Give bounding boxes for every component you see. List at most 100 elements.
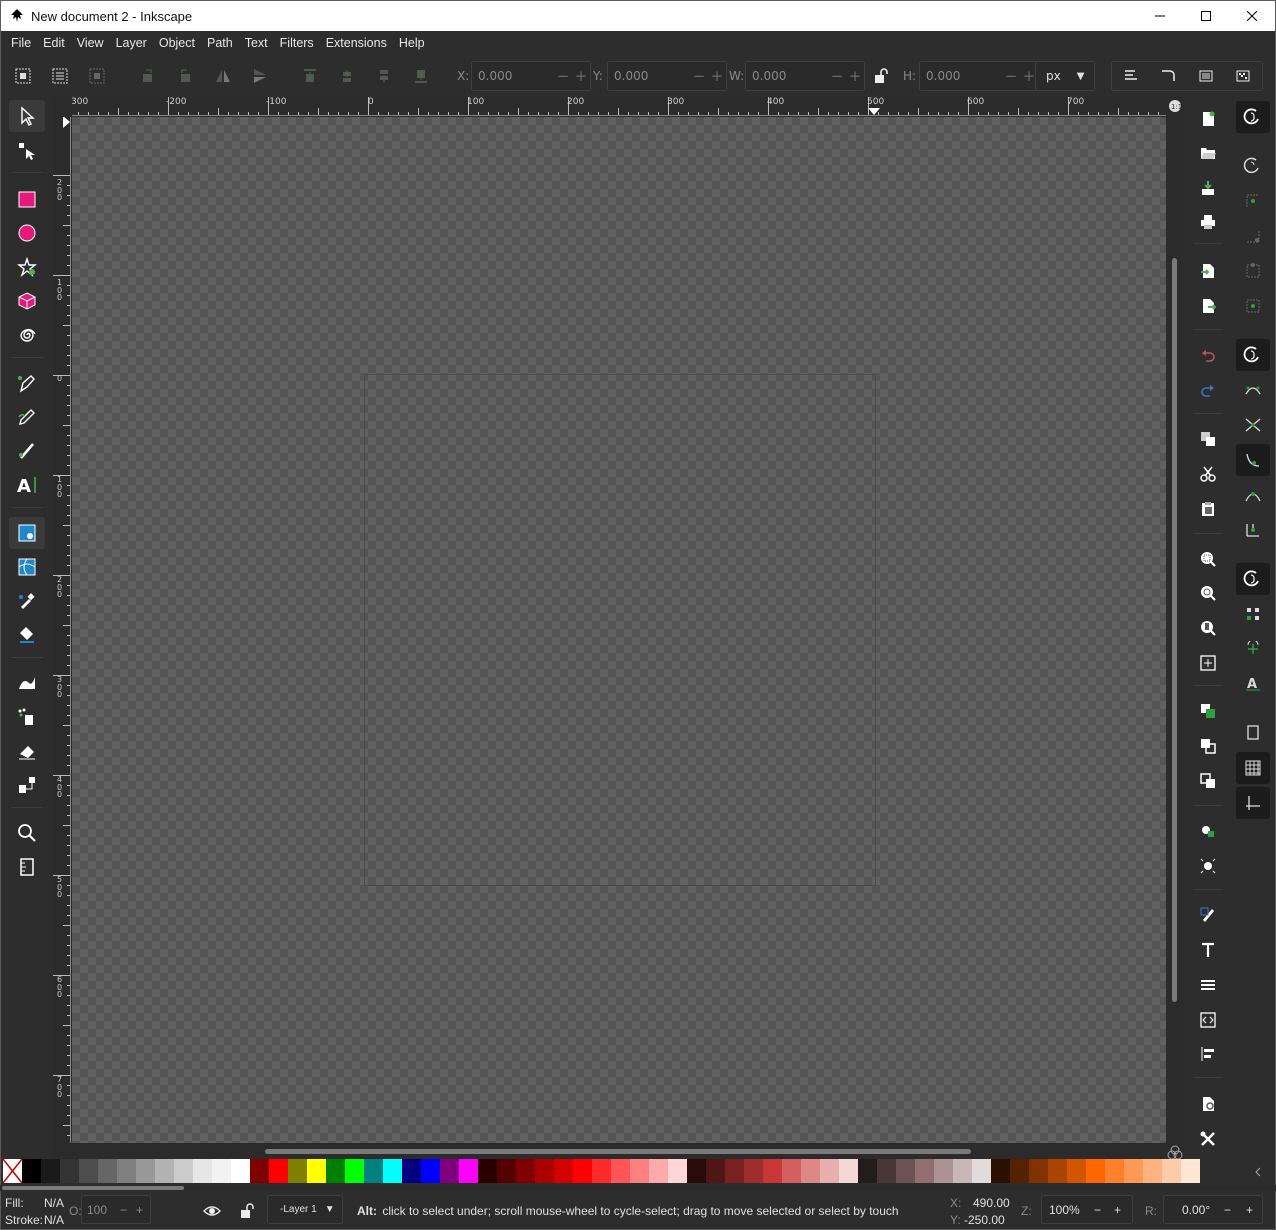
color-swatch[interactable]: [877, 1159, 896, 1183]
x-decrement[interactable]: −: [554, 67, 572, 85]
color-swatch[interactable]: [117, 1159, 136, 1183]
close-button[interactable]: [1229, 1, 1275, 31]
text-font-button[interactable]: [1197, 939, 1219, 961]
color-swatch[interactable]: [1010, 1159, 1029, 1183]
horizontal-scrollbar-thumb[interactable]: [265, 1149, 971, 1154]
pen-tool[interactable]: [9, 367, 45, 399]
deselect-button[interactable]: [86, 65, 108, 87]
color-swatch[interactable]: [326, 1159, 345, 1183]
color-swatch[interactable]: [1143, 1159, 1162, 1183]
undo-button[interactable]: [1197, 344, 1219, 366]
color-swatch[interactable]: [231, 1159, 250, 1183]
xml-editor-button[interactable]: [1197, 1009, 1219, 1031]
rotate-value[interactable]: 0.00°: [1164, 1203, 1224, 1217]
color-swatch[interactable]: [554, 1159, 573, 1183]
snap-others-toggle[interactable]: [1236, 563, 1270, 595]
unit-select[interactable]: px ▼: [1035, 61, 1095, 91]
menu-text[interactable]: Text: [239, 36, 274, 50]
horizontal-scrollbar[interactable]: [72, 1143, 1166, 1159]
opacity-spinbox[interactable]: 100 − +: [81, 1195, 151, 1224]
snap-rotation-centers-toggle[interactable]: [1236, 633, 1270, 665]
menu-file[interactable]: File: [5, 36, 37, 50]
color-swatch[interactable]: [516, 1159, 535, 1183]
rect-tool[interactable]: [9, 183, 45, 215]
color-swatch[interactable]: [934, 1159, 953, 1183]
paint-bucket-tool[interactable]: [9, 619, 45, 651]
raise-to-top-button[interactable]: [299, 65, 321, 87]
mesh-tool[interactable]: [9, 551, 45, 583]
group-button[interactable]: [1197, 820, 1219, 842]
color-swatch[interactable]: [782, 1159, 801, 1183]
color-swatch[interactable]: [307, 1159, 326, 1183]
color-swatch[interactable]: [212, 1159, 231, 1183]
zoom-page-button[interactable]: [1197, 617, 1219, 639]
zoom-center-page-button[interactable]: [1197, 652, 1219, 674]
color-swatch[interactable]: [687, 1159, 706, 1183]
preferences-button[interactable]: [1197, 1128, 1219, 1150]
color-swatch[interactable]: [440, 1159, 459, 1183]
color-swatch[interactable]: [193, 1159, 212, 1183]
lower-button[interactable]: [373, 65, 395, 87]
color-swatch[interactable]: [820, 1159, 839, 1183]
color-swatch[interactable]: [22, 1159, 41, 1183]
color-swatch[interactable]: [1181, 1159, 1200, 1183]
menu-path[interactable]: Path: [201, 36, 239, 50]
color-swatch[interactable]: [1124, 1159, 1143, 1183]
rotate-decrement[interactable]: −: [1224, 1203, 1246, 1217]
fill-value[interactable]: N/A: [44, 1196, 64, 1210]
rotate-spinbox[interactable]: 0.00° − +: [1163, 1195, 1263, 1224]
clone-button[interactable]: [1197, 735, 1219, 757]
color-swatch[interactable]: [763, 1159, 782, 1183]
color-swatch[interactable]: [402, 1159, 421, 1183]
color-swatch[interactable]: [744, 1159, 763, 1183]
menu-object[interactable]: Object: [153, 36, 201, 50]
layer-select[interactable]: -Layer 1 ▼: [267, 1195, 343, 1224]
tweak-tool[interactable]: [9, 667, 45, 699]
drawing-canvas[interactable]: [72, 117, 1166, 1143]
w-increment[interactable]: +: [846, 67, 864, 85]
menu-edit[interactable]: Edit: [37, 36, 71, 50]
snap-intersections-toggle[interactable]: [1236, 409, 1270, 441]
color-swatch[interactable]: [497, 1159, 516, 1183]
color-swatch[interactable]: [98, 1159, 117, 1183]
zoom-correction-icon[interactable]: 1:1: [1168, 99, 1182, 113]
select-all-button[interactable]: [12, 65, 34, 87]
connector-tool[interactable]: [9, 769, 45, 801]
h-decrement[interactable]: −: [1002, 67, 1020, 85]
ellipse-tool[interactable]: [9, 217, 45, 249]
snap-bbox-corners-toggle[interactable]: [1236, 220, 1270, 252]
color-swatch[interactable]: [1162, 1159, 1181, 1183]
color-swatch[interactable]: [269, 1159, 288, 1183]
color-swatch[interactable]: [706, 1159, 725, 1183]
unlink-clone-button[interactable]: [1197, 770, 1219, 792]
save-button[interactable]: [1197, 177, 1219, 199]
menu-filters[interactable]: Filters: [274, 36, 320, 50]
menu-layer[interactable]: Layer: [110, 36, 153, 50]
color-swatch[interactable]: [1067, 1159, 1086, 1183]
zoom-spinbox[interactable]: 100% − +: [1041, 1195, 1133, 1224]
rotate-ccw-button[interactable]: [137, 65, 159, 87]
flip-vertical-button[interactable]: [249, 65, 271, 87]
snap-bbox-centers-toggle[interactable]: [1236, 290, 1270, 322]
scale-stroke-button[interactable]: [1112, 62, 1150, 90]
layers-button[interactable]: [1197, 974, 1219, 996]
zoom-in-button[interactable]: +: [1114, 1203, 1128, 1217]
raise-button[interactable]: [336, 65, 358, 87]
color-swatch[interactable]: [592, 1159, 611, 1183]
snap-text-baseline-toggle[interactable]: A: [1236, 668, 1270, 700]
document-properties-button[interactable]: [1197, 1093, 1219, 1115]
move-gradients-button[interactable]: [1187, 62, 1225, 90]
select-all-layers-button[interactable]: [49, 65, 71, 87]
duplicate-button[interactable]: [1197, 700, 1219, 722]
snap-bbox-midpoints-toggle[interactable]: [1236, 255, 1270, 287]
snap-grid-toggle[interactable]: [1236, 752, 1270, 784]
color-swatch[interactable]: [478, 1159, 497, 1183]
pencil-tool[interactable]: [9, 401, 45, 433]
color-swatch[interactable]: [535, 1159, 554, 1183]
rotate-cw-button[interactable]: [174, 65, 196, 87]
color-swatch[interactable]: [383, 1159, 402, 1183]
color-swatch[interactable]: [288, 1159, 307, 1183]
swatch-none[interactable]: [2, 1158, 23, 1184]
color-swatch[interactable]: [155, 1159, 174, 1183]
palette-menu-icon[interactable]: [1253, 1167, 1263, 1177]
